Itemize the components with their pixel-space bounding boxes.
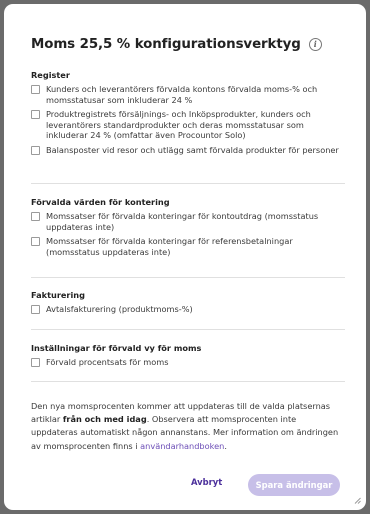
checkbox[interactable] <box>31 358 40 367</box>
dialog-title: Moms 25,5 % konfigurationsverktyg <box>31 37 301 52</box>
option-row[interactable]: Kunders och leverantörers förvalda konto… <box>31 84 347 105</box>
checkbox[interactable] <box>31 145 40 155</box>
option-row[interactable]: Momssatser för förvalda konteringar för … <box>31 211 347 232</box>
dialog-header: Moms 25,5 % konfigurationsverktyg i <box>31 37 322 52</box>
info-bold-text: från och med idag <box>62 414 147 425</box>
save-button[interactable]: Spara ändringar <box>248 474 340 496</box>
section-register: Register Kunders och leverantörers förva… <box>31 70 347 160</box>
section-fakturering: Fakturering Avtalsfakturering (produktmo… <box>31 290 347 319</box>
info-text-end: . <box>224 440 227 451</box>
section-title: Inställningar för förvald vy för moms <box>31 343 202 353</box>
section-title: Förvalda värden för kontering <box>31 197 170 207</box>
checkbox[interactable] <box>31 305 40 314</box>
info-paragraph: Den nya momsprocenten kommer att uppdate… <box>31 400 341 453</box>
section-title: Register <box>31 70 70 80</box>
section-kontering: Förvalda värden för kontering Momssatser… <box>31 197 347 261</box>
option-row[interactable]: Avtalsfakturering (produktmoms-%) <box>31 304 347 315</box>
option-label: Avtalsfakturering (produktmoms-%) <box>46 304 193 314</box>
divider <box>31 381 345 382</box>
config-dialog: Moms 25,5 % konfigurationsverktyg i Regi… <box>4 4 366 510</box>
option-label: Momssatser för förvalda konteringar för … <box>46 211 319 232</box>
resize-handle-icon[interactable] <box>354 497 361 504</box>
checkbox[interactable] <box>31 110 40 120</box>
option-label: Balansposter vid resor och utlägg samt f… <box>46 144 339 155</box>
option-row[interactable]: Momssatser för förvalda konteringar för … <box>31 236 347 257</box>
option-label: Kunders och leverantörers förvalda konto… <box>46 84 318 105</box>
option-label: Förvald procentsats för moms <box>46 357 169 367</box>
checkbox[interactable] <box>31 85 40 94</box>
checkbox[interactable] <box>31 237 40 247</box>
info-icon[interactable]: i <box>308 38 322 51</box>
user-guide-link[interactable]: användarhandboken <box>140 441 224 451</box>
divider <box>31 277 345 278</box>
option-label: Produktregistrets försäljnings- och Inkö… <box>46 109 311 141</box>
option-row[interactable]: Förvald procentsats för moms <box>31 357 347 368</box>
option-label: Momssatser för förvalda konteringar för … <box>46 236 293 257</box>
option-row[interactable]: Produktregistrets försäljnings- och Inkö… <box>31 109 347 141</box>
section-installningar: Inställningar för förvald vy för moms Fö… <box>31 343 347 372</box>
option-row[interactable]: Balansposter vid resor och utlägg samt f… <box>31 145 347 156</box>
divider <box>31 329 345 330</box>
cancel-button[interactable]: Avbryt <box>191 477 222 487</box>
section-title: Fakturering <box>31 290 85 300</box>
checkbox[interactable] <box>31 212 40 221</box>
divider <box>31 183 345 184</box>
